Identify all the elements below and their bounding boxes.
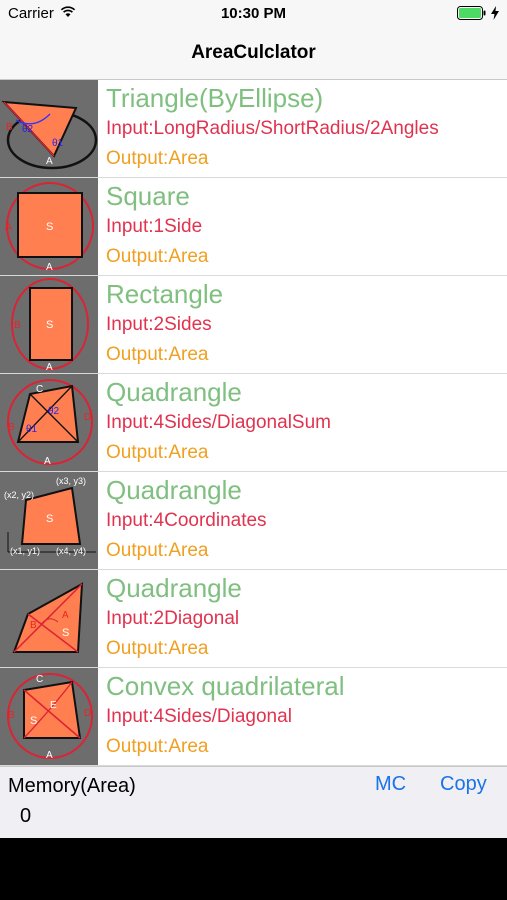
shape-input: Input:4Sides/Diagonal: [106, 706, 292, 727]
list-item-texts: Square Input:1Side Output:Area: [106, 180, 507, 269]
svg-text:B: B: [6, 122, 13, 133]
list-item-convex-quadrilateral[interactable]: C E B S D A Convex quadrilateral Input:4…: [0, 668, 507, 766]
list-item-texts: Quadrangle Input:2Diagonal Output:Area: [106, 572, 507, 661]
svg-text:S: S: [46, 221, 53, 233]
svg-text:(x4, y4): (x4, y4): [56, 546, 86, 556]
shape-input: Input:2Sides: [106, 314, 212, 335]
mc-button[interactable]: MC: [375, 773, 406, 796]
memory-value: 0: [20, 805, 32, 827]
shape-output: Output:Area: [106, 148, 209, 169]
shape-name: Quadrangle: [106, 475, 242, 505]
triangle-ellipse-icon: B θ2 θ1 A: [0, 80, 98, 177]
square-icon: A S A: [0, 178, 98, 275]
shape-list: B θ2 θ1 A Triangle(ByEllipse) Input:Long…: [0, 80, 507, 766]
charging-bolt-icon: [491, 6, 499, 25]
status-bar: Carrier 10:30 PM: [0, 0, 507, 28]
list-item-texts: Convex quadrilateral Input:4Sides/Diagon…: [106, 670, 507, 759]
svg-text:A: A: [46, 362, 53, 373]
shape-input: Input:1Side: [106, 216, 203, 237]
memory-panel: Memory(Area) 0 MC Copy: [0, 766, 507, 838]
status-time: 10:30 PM: [220, 5, 287, 22]
svg-text:E: E: [50, 700, 57, 711]
svg-text:A: A: [46, 750, 53, 761]
svg-text:(x1, y1): (x1, y1): [10, 546, 40, 556]
page-title: AreaCulclator: [191, 42, 316, 63]
list-item-texts: Rectangle Input:2Sides Output:Area: [106, 278, 507, 367]
svg-text:A: A: [44, 456, 51, 467]
svg-text:S: S: [46, 513, 53, 525]
shape-name: Quadrangle: [106, 573, 242, 603]
shape-output: Output:Area: [106, 540, 209, 561]
shape-output: Output:Area: [106, 736, 209, 757]
list-item-quadrangle-diagonal[interactable]: A B S Quadrangle Input:2Diagonal Output:…: [0, 570, 507, 668]
shape-input: Input:2Diagonal: [106, 608, 240, 629]
svg-text:θ2: θ2: [22, 124, 34, 135]
svg-text:S: S: [62, 627, 69, 639]
battery-indicator: [457, 6, 499, 25]
quadrangle-sides-icon: C θ2 D B θ1 A: [0, 374, 98, 471]
convex-quadrilateral-icon: C E B S D A: [0, 668, 98, 765]
list-item-triangle-ellipse[interactable]: B θ2 θ1 A Triangle(ByEllipse) Input:Long…: [0, 80, 507, 178]
svg-text:A: A: [46, 156, 53, 167]
svg-text:A: A: [46, 262, 53, 273]
svg-text:S: S: [30, 715, 37, 727]
svg-text:D: D: [84, 708, 91, 719]
list-item-quadrangle-coordinates[interactable]: (x3, y3) (x2, y2) S (x1, y1) (x4, y4) Qu…: [0, 472, 507, 570]
shape-input: Input:4Coordinates: [106, 510, 267, 531]
svg-text:C: C: [36, 674, 43, 685]
shape-name: Quadrangle: [106, 377, 242, 407]
svg-text:θ2: θ2: [48, 406, 60, 417]
svg-text:(x3, y3): (x3, y3): [56, 476, 86, 486]
svg-text:B: B: [14, 320, 21, 331]
svg-text:C: C: [36, 384, 43, 395]
shape-output: Output:Area: [106, 442, 209, 463]
list-item-texts: Triangle(ByEllipse) Input:LongRadius/Sho…: [106, 82, 507, 171]
svg-text:D: D: [84, 412, 91, 423]
svg-text:A: A: [5, 222, 12, 233]
svg-text:θ1: θ1: [52, 138, 64, 149]
svg-text:A: A: [62, 610, 69, 621]
svg-text:B: B: [8, 710, 15, 721]
list-item-texts: Quadrangle Input:4Sides/DiagonalSum Outp…: [106, 376, 507, 465]
shape-input: Input:4Sides/DiagonalSum: [106, 412, 331, 433]
copy-button[interactable]: Copy: [440, 773, 487, 796]
list-item-rectangle[interactable]: B S A Rectangle Input:2Sides Output:Area: [0, 276, 507, 374]
svg-text:S: S: [46, 319, 53, 331]
rectangle-icon: B S A: [0, 276, 98, 373]
svg-text:B: B: [8, 422, 15, 433]
shape-output: Output:Area: [106, 638, 209, 659]
svg-text:θ1: θ1: [26, 424, 38, 435]
screen: Carrier 10:30 PM AreaCulclator B θ2 θ1 A…: [0, 0, 507, 838]
list-item-quadrangle-sides[interactable]: C θ2 D B θ1 A Quadrangle Input:4Sides/Di…: [0, 374, 507, 472]
quadrangle-diagonal-icon: A B S: [0, 570, 98, 667]
shape-name: Convex quadrilateral: [106, 671, 345, 701]
shape-input: Input:LongRadius/ShortRadius/2Angles: [106, 118, 439, 139]
memory-label: Memory(Area): [8, 775, 136, 797]
shape-name: Square: [106, 181, 190, 211]
svg-text:B: B: [30, 620, 37, 631]
quadrangle-coordinates-icon: (x3, y3) (x2, y2) S (x1, y1) (x4, y4): [0, 472, 98, 569]
battery-icon: [457, 6, 487, 25]
svg-text:(x2, y2): (x2, y2): [4, 490, 34, 500]
list-item-square[interactable]: A S A Square Input:1Side Output:Area: [0, 178, 507, 276]
list-item-texts: Quadrangle Input:4Coordinates Output:Are…: [106, 474, 507, 563]
shape-name: Rectangle: [106, 279, 224, 309]
navigation-bar: AreaCulclator: [0, 28, 507, 80]
shape-output: Output:Area: [106, 344, 209, 365]
shape-name: Triangle(ByEllipse): [106, 83, 324, 113]
shape-output: Output:Area: [106, 246, 209, 267]
